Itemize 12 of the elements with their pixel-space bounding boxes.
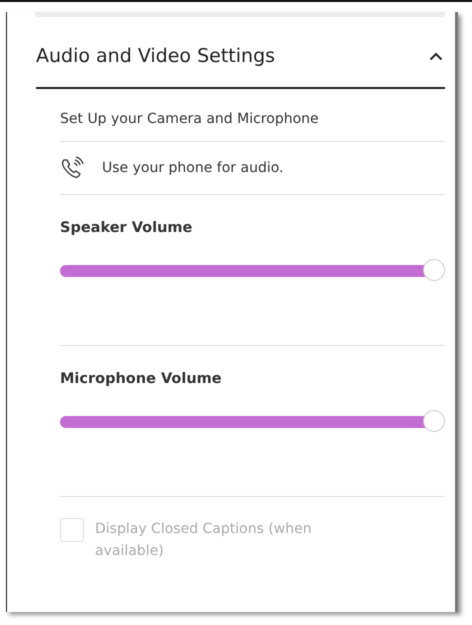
section-title: Audio and Video Settings xyxy=(36,45,276,67)
volume-slider[interactable] xyxy=(60,411,445,433)
volume-slider[interactable] xyxy=(60,260,445,282)
phone-ringing-icon xyxy=(60,156,86,180)
chevron-icon xyxy=(429,52,443,60)
captions-label: Display Closed Captions (when available) xyxy=(95,520,313,562)
slider-thumb[interactable] xyxy=(423,259,445,281)
volume-label: Microphone Volume xyxy=(60,371,223,387)
phone-audio-link[interactable]: Use your phone for audio. xyxy=(102,160,284,176)
slider-thumb[interactable] xyxy=(423,410,445,432)
camera-setup-link[interactable]: Set Up your Camera and Microphone xyxy=(60,111,319,127)
volume-label: Speaker Volume xyxy=(60,220,194,236)
